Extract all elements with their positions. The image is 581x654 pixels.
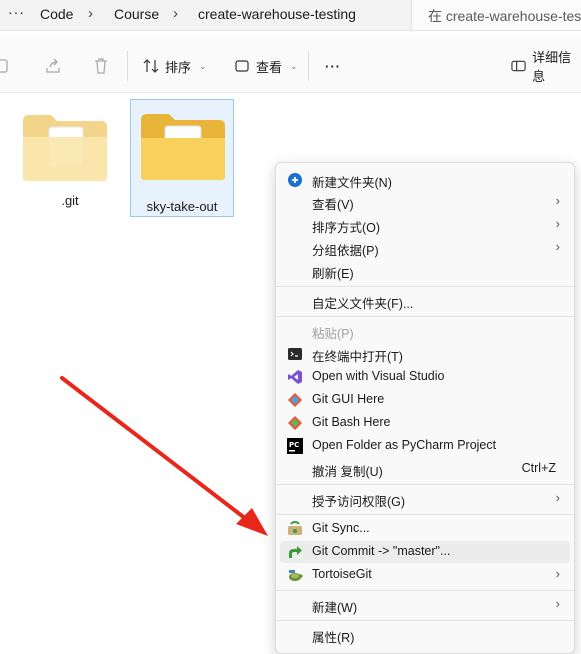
git-gui-icon	[288, 393, 302, 407]
breadcrumb-item-code[interactable]: Code	[40, 6, 73, 22]
share-icon[interactable]	[44, 57, 62, 75]
menu-item-sort-by[interactable]: 排序方式(O) ›	[280, 214, 570, 236]
toolbar-divider	[308, 51, 309, 81]
command-bar: 排序 ⌄ 查看 ⌄ ··· 详细信息	[0, 37, 581, 93]
view-label: 查看	[256, 59, 283, 75]
chevron-right-icon: ›	[555, 216, 560, 231]
menu-separator	[276, 286, 574, 287]
menu-item-open-as-pycharm-project[interactable]: PC Open Folder as PyCharm Project	[280, 435, 570, 457]
menu-item-tortoisegit[interactable]: TortoiseGit ›	[280, 564, 570, 586]
tortoisegit-icon	[289, 570, 303, 581]
sort-icon	[143, 59, 159, 73]
menu-separator	[276, 514, 574, 515]
menu-item-git-bash-here[interactable]: Git Bash Here	[280, 412, 570, 434]
chevron-right-icon: ›	[555, 193, 560, 208]
search-placeholder: 在 create-warehouse-testi	[428, 8, 581, 24]
breadcrumb-chevron-icon[interactable]: ›	[88, 5, 93, 22]
chevron-right-icon: ›	[555, 596, 560, 611]
terminal-icon	[288, 348, 302, 360]
folder-name: .git	[61, 193, 79, 208]
menu-item-group-by[interactable]: 分组依据(P) ›	[280, 237, 570, 259]
menu-item-paste: 粘贴(P)	[312, 327, 354, 341]
chevron-right-icon: ›	[555, 239, 560, 254]
menu-item-git-gui-here[interactable]: Git GUI Here	[280, 389, 570, 411]
breadcrumb-item-current[interactable]: create-warehouse-testing	[198, 6, 356, 22]
sort-label: 排序	[165, 59, 192, 75]
menu-item-open-with-visual-studio[interactable]: Open with Visual Studio	[280, 366, 570, 388]
chevron-down-icon: ⌄	[290, 60, 298, 71]
folder-item-sky-take-out[interactable]: sky-take-out	[130, 99, 234, 217]
chevron-right-icon: ›	[555, 490, 560, 505]
menu-item-git-sync[interactable]: Git Sync...	[280, 518, 570, 540]
git-sync-icon	[288, 521, 302, 535]
new-folder-icon	[288, 173, 302, 187]
breadcrumb-item-course[interactable]: Course	[114, 6, 159, 22]
chevron-down-icon: ⌄	[199, 60, 207, 71]
svg-text:PC: PC	[289, 441, 299, 449]
details-button[interactable]: 详细信息	[511, 50, 581, 84]
copy-icon[interactable]	[0, 57, 12, 75]
view-icon	[235, 60, 249, 72]
context-menu: 新建文件夹(N) 查看(V) › 排序方式(O) › 分组依据(P) › 刷新(…	[275, 162, 575, 654]
address-bar: ··· Code › Course › create-warehouse-tes…	[0, 0, 581, 31]
chevron-right-icon: ›	[555, 566, 560, 581]
view-button[interactable]: 查看 ⌄	[234, 54, 298, 78]
folder-icon	[23, 115, 107, 181]
toolbar-divider	[127, 51, 128, 81]
git-bash-icon	[288, 416, 302, 430]
menu-item-view[interactable]: 查看(V) ›	[280, 191, 570, 213]
pycharm-icon: PC	[287, 438, 303, 454]
menu-item-new[interactable]: 新建(W) ›	[280, 594, 570, 616]
menu-separator	[276, 620, 574, 621]
details-label: 详细信息	[532, 50, 572, 84]
menu-item-undo-copy[interactable]: 撤消 复制(U) Ctrl+Z	[280, 458, 570, 480]
breadcrumb-overflow-button[interactable]: ···	[8, 4, 28, 24]
folder-name: sky-take-out	[146, 199, 218, 214]
search-input[interactable]: 在 create-warehouse-testi	[411, 0, 581, 30]
menu-item-new-folder[interactable]: 新建文件夹(N)	[280, 169, 570, 191]
more-options-button[interactable]: ···	[325, 54, 341, 78]
visual-studio-icon	[288, 370, 302, 384]
menu-separator	[276, 590, 574, 591]
menu-item-properties[interactable]: 属性(R)	[280, 624, 570, 646]
menu-item-refresh[interactable]: 刷新(E)	[280, 260, 570, 282]
folder-item-git[interactable]: .git	[18, 100, 122, 218]
git-commit-icon	[289, 546, 302, 558]
menu-item-open-in-terminal[interactable]: 在终端中打开(T)	[280, 343, 570, 365]
menu-separator	[276, 316, 574, 317]
breadcrumb-chevron-icon[interactable]: ›	[173, 5, 178, 22]
menu-item-give-access[interactable]: 授予访问权限(G) ›	[280, 488, 570, 510]
menu-item-customize-folder[interactable]: 自定义文件夹(F)...	[280, 290, 570, 312]
shortcut-hint: Ctrl+Z	[521, 461, 556, 475]
delete-icon[interactable]	[92, 57, 110, 75]
menu-item-git-commit[interactable]: Git Commit -> "master"...	[280, 541, 570, 563]
sort-button[interactable]: 排序 ⌄	[143, 54, 207, 78]
menu-separator	[276, 484, 574, 485]
folder-icon	[141, 114, 225, 180]
details-pane-icon	[511, 60, 526, 72]
